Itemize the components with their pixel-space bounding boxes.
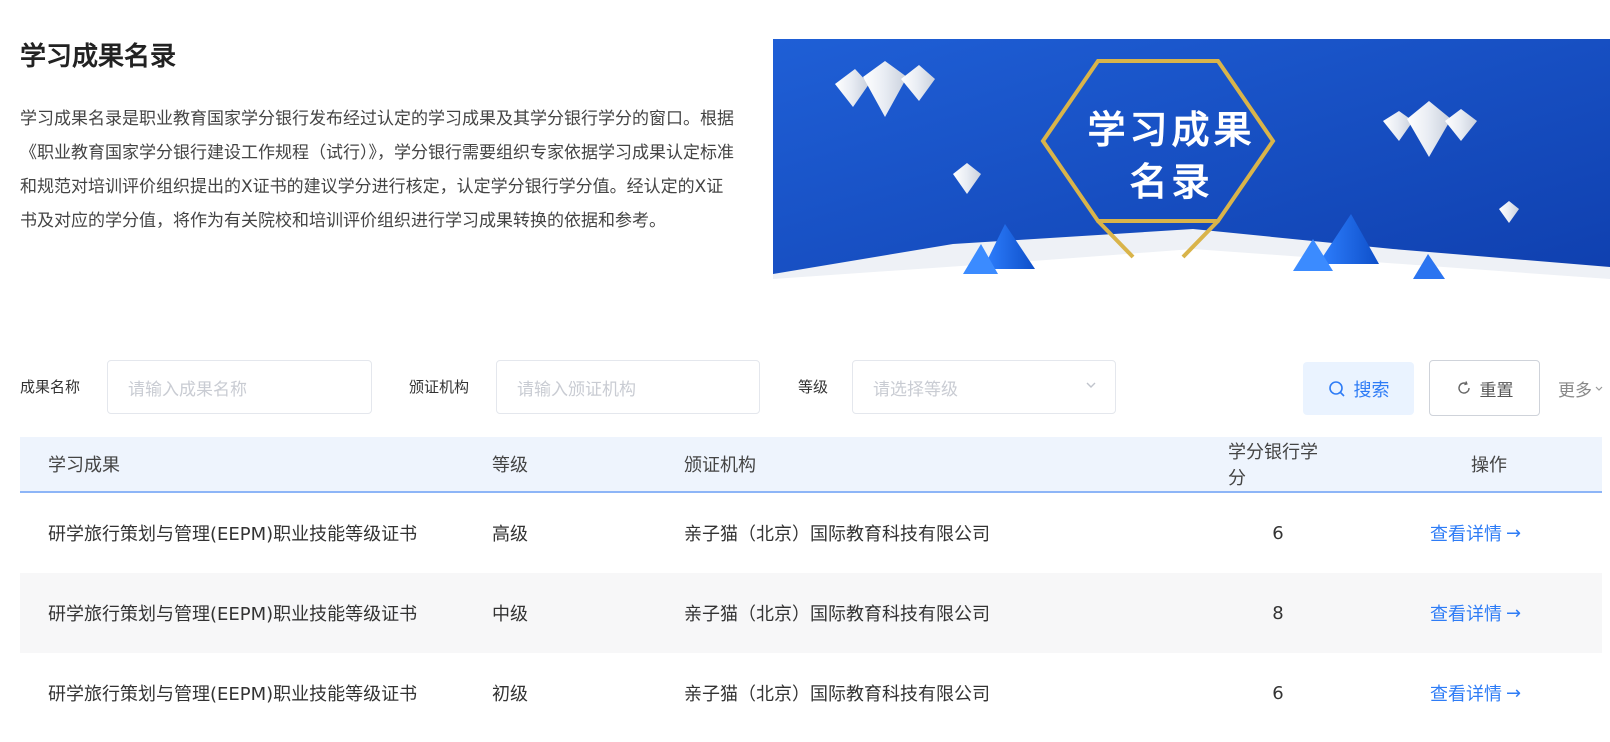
more-label: 更多 (1558, 381, 1592, 401)
arrow-right-icon: → (1506, 522, 1522, 544)
page-title: 学习成果名录 (20, 42, 177, 72)
level-select-placeholder: 请选择等级 (873, 379, 958, 400)
view-details-label: 查看详情 (1430, 684, 1502, 705)
row-level: 初级 (492, 684, 528, 705)
view-details-label: 查看详情 (1430, 604, 1502, 625)
row-org: 亲子猫（北京）国际教育科技有限公司 (684, 604, 990, 625)
chevron-down-icon (1595, 386, 1603, 391)
table-row: 研学旅行策划与管理(EEPM)职业技能等级证书 高级 亲子猫（北京）国际教育科技… (20, 493, 1602, 573)
column-header-level: 等级 (492, 455, 528, 476)
table-header: 学习成果 等级 颁证机构 学分银行学分 操作 (20, 437, 1602, 493)
name-filter-label: 成果名称 (20, 378, 81, 396)
row-org: 亲子猫（北京）国际教育科技有限公司 (684, 684, 990, 705)
banner-title-line2: 名录 (1129, 160, 1214, 204)
chevron-down-icon (1086, 382, 1096, 388)
row-org: 亲子猫（北京）国际教育科技有限公司 (684, 524, 990, 545)
column-header-org: 颁证机构 (684, 455, 756, 476)
reset-button[interactable]: 重置 (1429, 360, 1540, 416)
search-button-label: 搜索 (1353, 379, 1390, 401)
banner-title-line1: 学习成果 (1087, 108, 1256, 152)
org-input-placeholder: 请输入颁证机构 (517, 379, 636, 400)
table-row: 研学旅行策划与管理(EEPM)职业技能等级证书 中级 亲子猫（北京）国际教育科技… (20, 573, 1602, 653)
banner-image: 学习成果 名录 (773, 39, 1610, 287)
arrow-right-icon: → (1506, 682, 1522, 704)
refresh-icon (1457, 381, 1470, 394)
search-button[interactable]: 搜索 (1303, 362, 1414, 415)
table-row: 研学旅行策划与管理(EEPM)职业技能等级证书 初级 亲子猫（北京）国际教育科技… (20, 653, 1602, 733)
column-header-credits: 学分银行学分 (1228, 442, 1318, 489)
row-achievement: 研学旅行策划与管理(EEPM)职业技能等级证书 (48, 684, 418, 705)
column-header-action: 操作 (1471, 455, 1507, 476)
row-credits: 8 (1272, 602, 1284, 624)
view-details-link[interactable]: 查看详情 → (1430, 493, 1580, 573)
name-search-input[interactable]: 请输入成果名称 (107, 360, 372, 414)
column-header-achievement: 学习成果 (48, 455, 120, 476)
results-table: 学习成果 等级 颁证机构 学分银行学分 操作 研学旅行策划与管理(EEPM)职业… (20, 437, 1602, 733)
view-details-link[interactable]: 查看详情 → (1430, 653, 1580, 733)
level-select[interactable]: 请选择等级 (852, 360, 1116, 414)
view-details-label: 查看详情 (1430, 524, 1502, 545)
name-input-placeholder: 请输入成果名称 (128, 379, 247, 400)
row-achievement: 研学旅行策划与管理(EEPM)职业技能等级证书 (48, 604, 418, 625)
org-search-input[interactable]: 请输入颁证机构 (496, 360, 760, 414)
arrow-right-icon: → (1506, 602, 1522, 624)
row-level: 中级 (492, 604, 528, 625)
view-details-link[interactable]: 查看详情 → (1430, 573, 1580, 653)
row-level: 高级 (492, 524, 528, 545)
row-achievement: 研学旅行策划与管理(EEPM)职业技能等级证书 (48, 524, 418, 545)
org-filter-label: 颁证机构 (409, 378, 470, 396)
more-filters-toggle[interactable]: 更多 (1558, 376, 1604, 401)
row-credits: 6 (1272, 682, 1284, 704)
level-filter-label: 等级 (798, 378, 829, 396)
reset-button-label: 重置 (1479, 380, 1514, 401)
search-icon (1328, 380, 1345, 397)
row-credits: 6 (1272, 522, 1284, 544)
intro-paragraph: 学习成果名录是职业教育国家学分银行发布经过认定的学习成果及其学分银行学分的窗口。… (20, 109, 734, 231)
